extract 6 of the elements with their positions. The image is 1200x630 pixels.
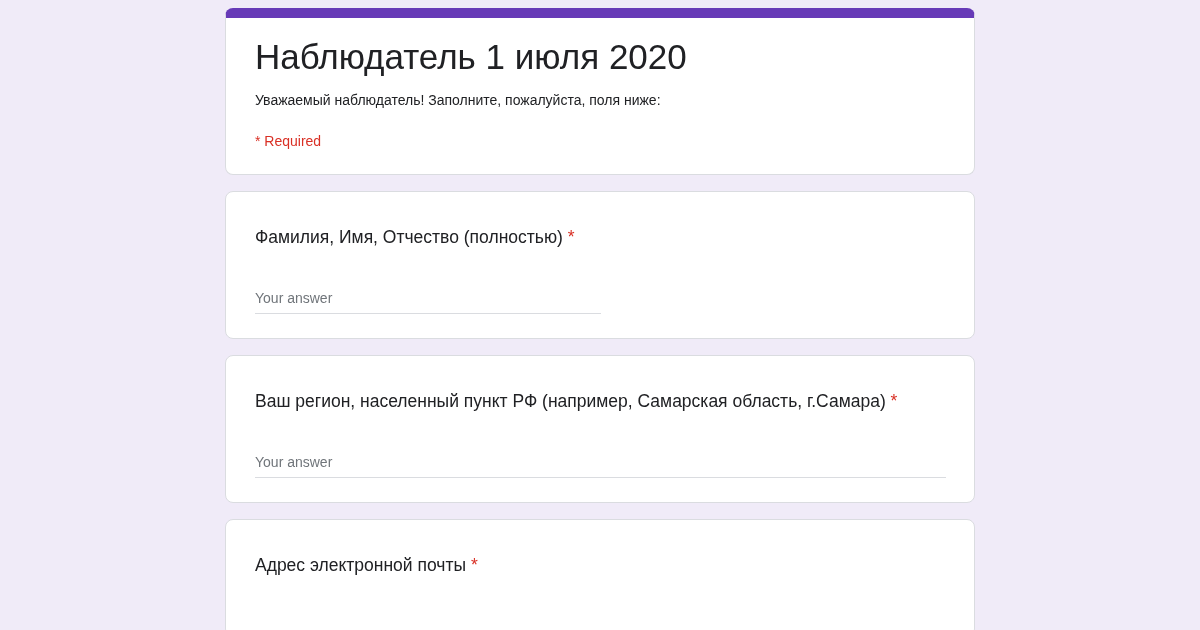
question-label: Ваш регион, населенный пункт РФ (например, Самарская область, г.Самара) * — [255, 390, 899, 413]
question-label: Фамилия, Имя, Отчество (полностью) * — [255, 226, 576, 249]
form-description: Уважаемый наблюдатель! Заполните, пожалуйста, поля ниже: — [255, 91, 662, 110]
required-note: * Required — [255, 132, 323, 151]
question-label: Адрес электронной почты * — [255, 554, 479, 577]
form-title: Наблюдатель 1 июля 2020 — [255, 36, 688, 78]
